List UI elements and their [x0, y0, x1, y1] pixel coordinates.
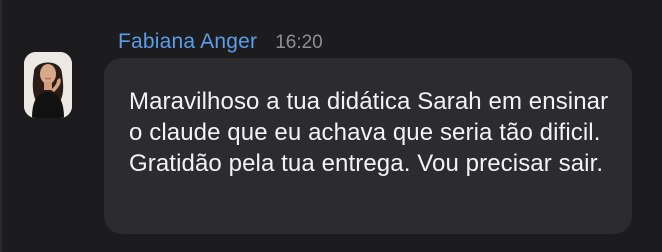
- message-timestamp: 16:20: [275, 32, 323, 53]
- message-header: Fabiana Anger 16:20: [118, 30, 323, 56]
- chat-message: Fabiana Anger 16:20 Maravilhoso a tua di…: [0, 0, 662, 252]
- message-bubble[interactable]: Maravilhoso a tua didática Sarah em ensi…: [104, 58, 632, 234]
- chat-area: Fabiana Anger 16:20 Maravilhoso a tua di…: [0, 0, 662, 252]
- sender-name[interactable]: Fabiana Anger: [118, 30, 257, 54]
- sender-avatar[interactable]: [24, 52, 72, 118]
- message-text: Maravilhoso a tua didática Sarah em ensi…: [129, 88, 609, 177]
- user-photo-avatar-icon: [24, 52, 72, 118]
